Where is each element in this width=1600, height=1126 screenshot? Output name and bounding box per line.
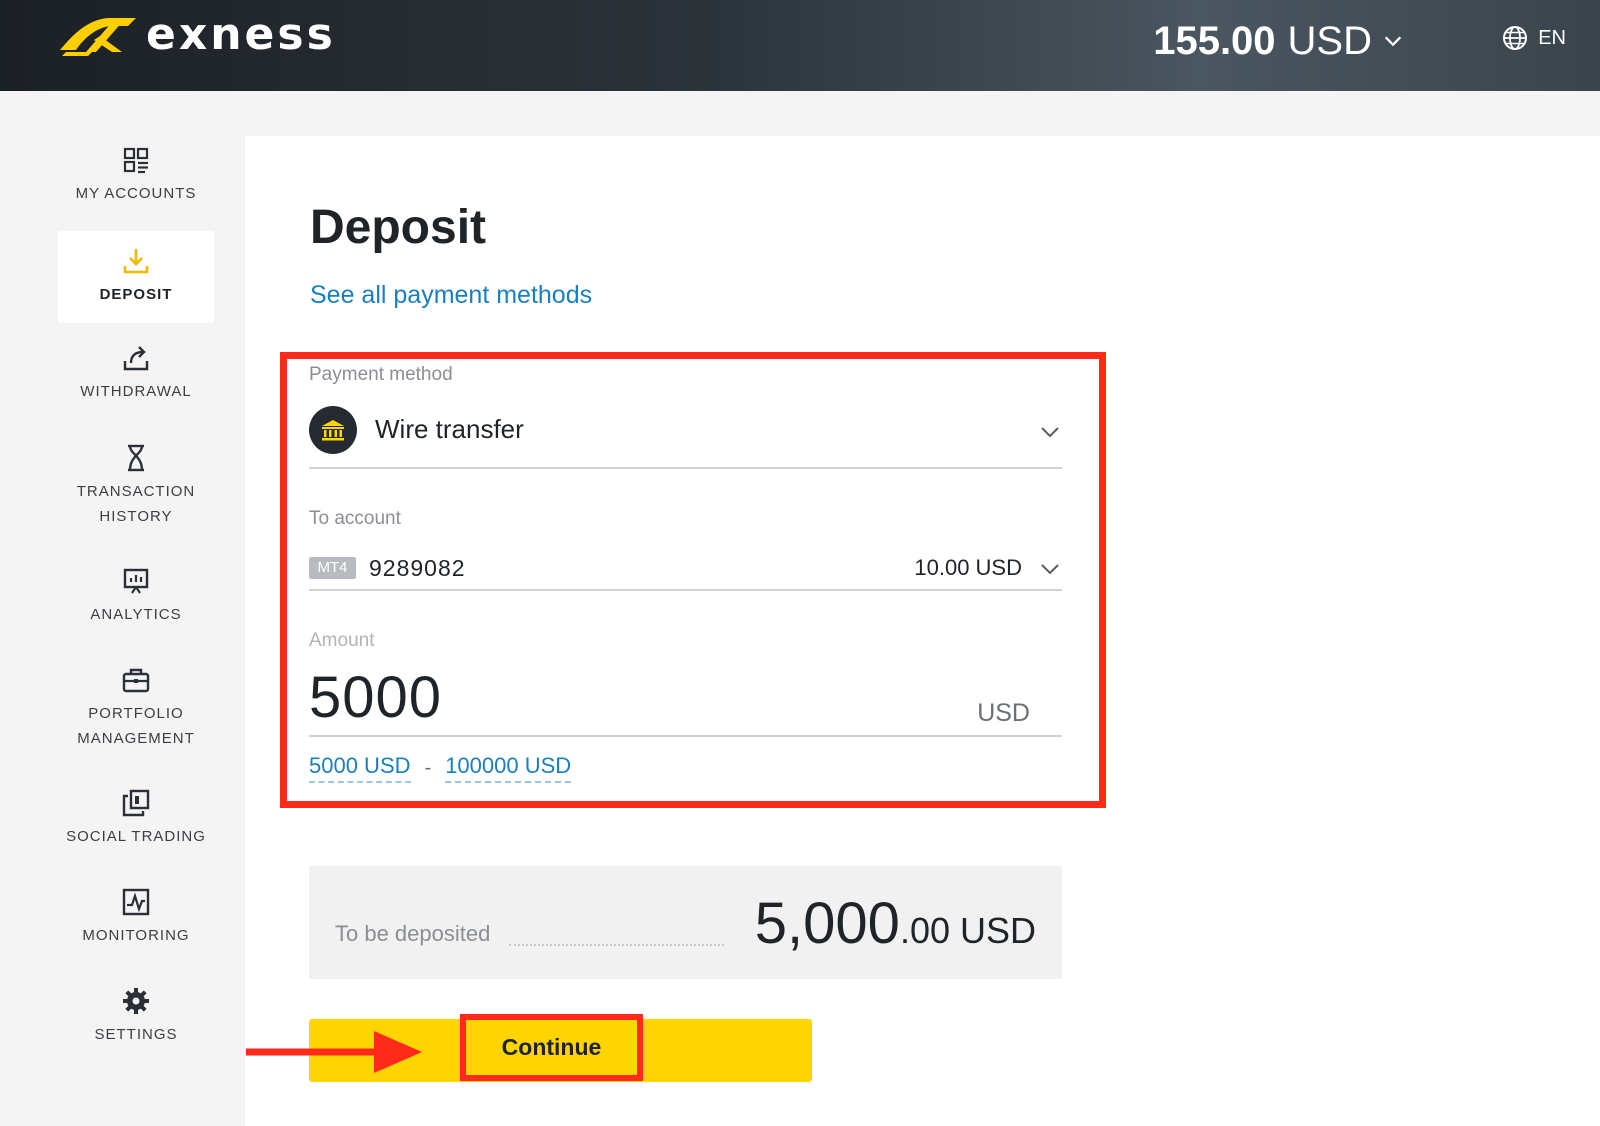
sidebar: MY ACCOUNTS DEPOSIT WITHDRAWAL TRANSACTI…: [0, 91, 245, 1126]
language-selector[interactable]: EN: [1502, 25, 1566, 51]
pulse-chart-icon: [122, 888, 150, 916]
summary-value-major: 5,000: [754, 891, 900, 956]
upload-share-icon: [123, 346, 149, 371]
page-title: Deposit: [310, 201, 487, 254]
sidebar-item-analytics[interactable]: ANALYTICS: [58, 566, 214, 627]
balance-amount: 155.00: [1153, 19, 1276, 63]
sidebar-item-social-trading[interactable]: SOCIAL TRADING: [58, 788, 214, 849]
summary-dotted-divider: [509, 944, 724, 946]
sidebar-item-label: DEPOSIT: [99, 286, 173, 303]
sidebar-item-label: SETTINGS: [94, 1026, 178, 1043]
sidebar-item-settings[interactable]: SETTINGS: [58, 986, 214, 1047]
arrow-right-icon: [246, 1031, 422, 1073]
sidebar-item-deposit[interactable]: DEPOSIT: [58, 231, 214, 323]
sidebar-item-label: PORTFOLIO MANAGEMENT: [77, 705, 195, 747]
hourglass-icon: [128, 444, 144, 472]
see-all-payment-methods-link[interactable]: See all payment methods: [310, 281, 592, 310]
exness-logo-mark-icon: [60, 18, 136, 56]
download-icon: [123, 249, 149, 274]
sidebar-item-label: MY ACCOUNTS: [75, 185, 197, 202]
globe-icon: [1503, 26, 1528, 50]
form-highlight-box: [280, 352, 1106, 808]
chevron-down-icon: [1384, 36, 1402, 47]
sidebar-item-label: WITHDRAWAL: [80, 383, 192, 400]
sidebar-item-label: ANALYTICS: [90, 606, 182, 623]
logo-text: exness: [146, 9, 336, 60]
continue-button-label[interactable]: Continue: [460, 1014, 643, 1081]
summary-value-minor: .00: [899, 910, 950, 951]
summary-label: To be deposited: [335, 921, 491, 946]
language-label: EN: [1538, 26, 1566, 49]
presentation-chart-icon: [123, 568, 149, 594]
sidebar-item-monitoring[interactable]: MONITORING: [58, 887, 214, 948]
deposit-summary: To be deposited 5,000 .00 USD: [309, 866, 1062, 979]
balance-currency: USD: [1287, 19, 1372, 63]
copy-icon: [122, 789, 150, 817]
balance-dropdown[interactable]: 155.00 USD: [1153, 16, 1404, 66]
sidebar-item-withdrawal[interactable]: WITHDRAWAL: [58, 343, 214, 404]
sidebar-item-label: MONITORING: [82, 927, 190, 944]
sidebar-item-label: TRANSACTION HISTORY: [76, 483, 196, 525]
exness-logo[interactable]: exness: [56, 12, 336, 58]
gear-icon: [123, 988, 149, 1014]
summary-currency: USD: [959, 910, 1036, 951]
sidebar-item-label: SOCIAL TRADING: [66, 828, 206, 845]
briefcase-icon: [122, 668, 150, 693]
sidebar-item-transaction-history[interactable]: TRANSACTION HISTORY: [58, 443, 214, 529]
top-header: exness 155.00 USD EN: [0, 0, 1600, 91]
grid-icon: [123, 147, 149, 174]
sidebar-item-portfolio-management[interactable]: PORTFOLIO MANAGEMENT: [58, 665, 214, 751]
sidebar-item-my-accounts[interactable]: MY ACCOUNTS: [58, 145, 214, 206]
summary-value: 5,000 .00 USD: [755, 890, 1036, 957]
